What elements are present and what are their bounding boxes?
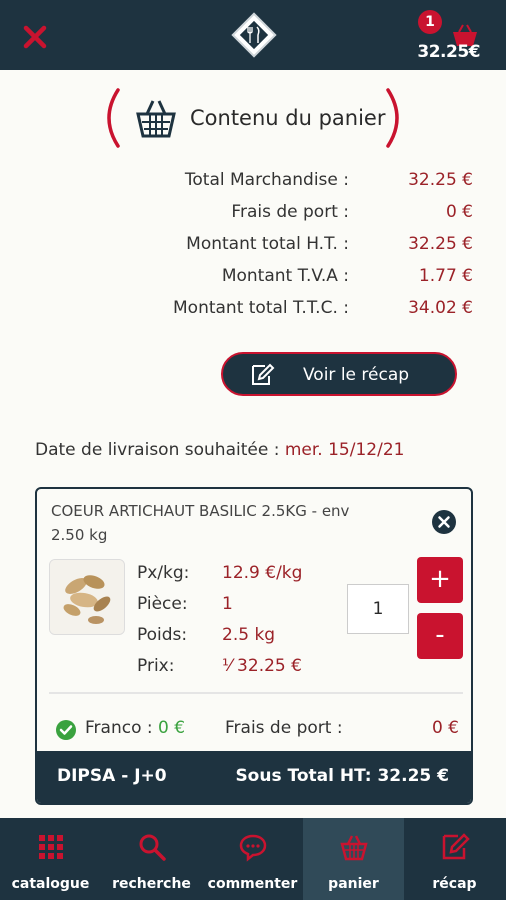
summary-row: Montant total T.T.C. : 34.02 € (0, 298, 506, 324)
shipping-label: Frais de port : (225, 718, 343, 738)
franco-row: Franco : 0 € Frais de port : 0 € (37, 714, 471, 744)
attr-label: Pièce: (137, 594, 188, 614)
cart-total: 32.25€ (417, 42, 480, 62)
delivery-date[interactable]: mer. 15/12/21 (285, 440, 405, 460)
grid-icon (39, 835, 63, 859)
attr-value: ⅟ 32.25 € (222, 656, 302, 676)
check-circle-icon (56, 720, 76, 740)
nav-label: récap (432, 876, 477, 892)
summary-label: Frais de port : (231, 202, 349, 222)
nav-label: recherche (112, 876, 191, 892)
view-recap-label: Voir le récap (303, 365, 410, 385)
summary-value: 32.25 € (408, 170, 473, 190)
section-header: Contenu du panier (100, 86, 406, 150)
nav-item-catalogue[interactable]: catalogue (0, 818, 101, 900)
attr-value: 12.9 €/kg (222, 563, 303, 583)
summary-value: 34.02 € (408, 298, 473, 318)
product-name: COEUR ARTICHAUT BASILIC 2.5KG - env 2.50… (51, 502, 350, 543)
summary-label: Total Marchandise : (184, 170, 349, 190)
cart-count-badge: 1 (418, 10, 442, 34)
summary-label: Montant T.V.A : (221, 266, 349, 286)
bottom-nav: catalogue recherche commenter panier réc… (0, 818, 506, 900)
nav-label: commenter (207, 876, 298, 892)
summary-value: 32.25 € (408, 234, 473, 254)
view-recap-button[interactable]: Voir le récap (221, 352, 457, 396)
summary-row: Montant total H.T. : 32.25 € (0, 234, 506, 260)
quantity-input[interactable]: 1 (347, 584, 409, 634)
nav-item-panier[interactable]: panier (303, 818, 404, 900)
product-image (49, 559, 125, 635)
card-footer: DIPSA - J+0 Sous Total HT: 32.25 € (37, 751, 471, 803)
franco-label: Franco : 0 € (85, 718, 185, 738)
supplier-label: DIPSA - J+0 (57, 766, 167, 786)
nav-item-recherche[interactable]: recherche (101, 818, 202, 900)
top-bar: 1 32.25€ (0, 0, 506, 70)
edit-icon (442, 833, 470, 860)
basket-icon (340, 835, 368, 861)
attr-label: Prix: (137, 656, 175, 676)
attr-label: Poids: (137, 625, 188, 645)
summary-value: 1.77 € (418, 266, 473, 286)
franco-label-text: Franco : (85, 718, 153, 738)
summary-label: Montant total T.T.C. : (173, 298, 349, 318)
attr-value: 2.5 kg (222, 625, 276, 645)
search-icon (139, 834, 166, 861)
remove-item-icon[interactable] (431, 509, 457, 535)
chat-icon (239, 834, 267, 862)
delivery-date-row[interactable]: Date de livraison souhaitée : mer. 15/12… (35, 440, 404, 460)
page-title: Contenu du panier (190, 106, 386, 130)
summary-value: 0 € (445, 202, 473, 222)
decrement-button[interactable]: - (417, 613, 463, 659)
summary-row: Total Marchandise : 32.25 € (0, 170, 506, 196)
shipping-value: 0 € (431, 718, 459, 738)
summary-row: Frais de port : 0 € (0, 202, 506, 228)
subtotal-label: Sous Total HT: 32.25 € (235, 766, 449, 786)
logo (231, 12, 277, 58)
divider (49, 692, 463, 694)
summary-label: Montant total H.T. : (186, 234, 349, 254)
nav-item-recap[interactable]: récap (404, 818, 506, 900)
basket-icon (136, 100, 176, 138)
increment-button[interactable]: + (417, 557, 463, 603)
nav-item-commenter[interactable]: commenter (202, 818, 303, 900)
summary-row: Montant T.V.A : 1.77 € (0, 266, 506, 292)
cart-item-card: COEUR ARTICHAUT BASILIC 2.5KG - env 2.50… (35, 487, 473, 805)
close-icon[interactable] (20, 22, 50, 52)
delivery-label: Date de livraison souhaitée : (35, 440, 280, 460)
franco-value: 0 € (158, 718, 186, 738)
edit-icon (252, 363, 275, 385)
header-cart[interactable]: 1 32.25€ (406, 6, 486, 66)
nav-label: catalogue (11, 876, 90, 892)
attr-label: Px/kg: (137, 563, 190, 583)
attr-value: 1 (222, 594, 233, 614)
nav-label: panier (328, 876, 379, 892)
